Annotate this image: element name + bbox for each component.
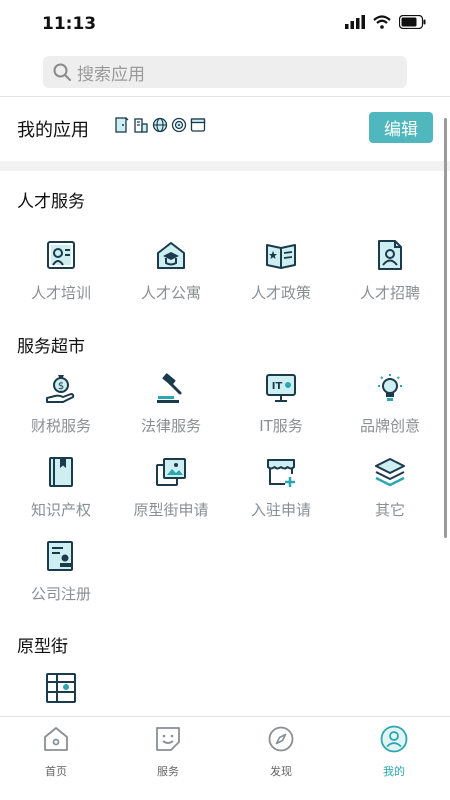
app-label: 原型街申请: [133, 501, 209, 519]
status-time: 11:13: [42, 14, 97, 34]
map-grid-icon: [46, 673, 76, 703]
app-label: 入驻申请: [250, 501, 311, 519]
compass-icon: [268, 726, 294, 752]
photo-stack-icon: [156, 458, 186, 486]
smile-icon: [156, 727, 180, 751]
app-legal-service[interactable]: 法律服务: [115, 372, 227, 448]
wifi-icon: [373, 15, 391, 29]
my-apps-title: 我的应用: [17, 120, 89, 141]
gavel-icon: [157, 373, 182, 403]
svg-text:$: $: [58, 381, 64, 392]
certificate-icon: [47, 241, 75, 269]
storefront-add-icon: [267, 459, 295, 487]
tab-label: 服务: [157, 765, 179, 778]
app-talent-training[interactable]: 人才培训: [5, 239, 117, 315]
window-icon[interactable]: [190, 117, 206, 133]
svg-text:IT: IT: [272, 381, 283, 392]
layers-icon: [375, 458, 405, 487]
app-intellectual-property[interactable]: 知识产权: [5, 456, 117, 532]
app-label: 人才公寓: [140, 284, 201, 302]
app-company-registration[interactable]: 公司注册: [5, 540, 117, 616]
tab-label: 我的: [383, 765, 405, 778]
app-label: 人才政策: [250, 284, 311, 302]
tab-bar: 首页 服务 发现 我的: [0, 716, 450, 800]
app-talent-recruit[interactable]: 人才招聘: [334, 239, 446, 315]
app-label: 知识产权: [30, 501, 91, 519]
it-monitor-icon: IT: [266, 374, 296, 402]
app-prototype-street-apply[interactable]: 原型街申请: [115, 456, 227, 532]
search-icon: [53, 63, 71, 81]
app-settle-apply[interactable]: 入驻申请: [225, 456, 337, 532]
profile-icon: [380, 725, 408, 753]
app-it-service[interactable]: IT IT服务: [225, 372, 337, 448]
open-book-icon: [266, 244, 296, 269]
edit-button[interactable]: 编辑: [369, 112, 433, 143]
app-talent-policy[interactable]: 人才政策: [225, 239, 337, 315]
search-input[interactable]: 搜索应用: [43, 56, 407, 88]
tab-home[interactable]: 首页: [11, 725, 101, 785]
globe-icon[interactable]: [152, 117, 168, 133]
section-separator: [0, 161, 450, 171]
app-label: 人才招聘: [359, 284, 420, 302]
building-icon[interactable]: [133, 117, 149, 133]
app-brand-creative[interactable]: 品牌创意: [334, 372, 446, 448]
search-placeholder: 搜索应用: [77, 64, 145, 85]
signal-icon: [345, 15, 365, 29]
app-label: 财税服务: [30, 417, 91, 435]
app-label: 其它: [374, 501, 405, 519]
tab-mine[interactable]: 我的: [349, 725, 439, 785]
app-label: 公司注册: [30, 585, 91, 603]
money-bag-hand-icon: $: [46, 375, 75, 403]
section-title-prototype-street: 原型街: [17, 637, 68, 657]
app-talent-apartment[interactable]: 人才公寓: [115, 239, 227, 315]
app-others[interactable]: 其它: [334, 456, 446, 532]
app-label: 品牌创意: [359, 417, 420, 435]
tab-service[interactable]: 服务: [123, 725, 213, 785]
status-bar: 11:13: [0, 0, 450, 48]
graduation-house-icon: [157, 242, 185, 269]
section-title-service-market: 服务超市: [17, 337, 85, 357]
my-apps-icon-strip: [114, 117, 206, 133]
resume-icon: [378, 240, 402, 270]
my-apps-bar: 我的应用 编辑: [0, 97, 450, 161]
book-icon: [49, 457, 73, 487]
tab-label: 发现: [270, 765, 292, 778]
door-icon[interactable]: [114, 117, 130, 133]
tab-label: 首页: [45, 765, 67, 778]
app-tax-service[interactable]: $ 财税服务: [5, 372, 117, 448]
section-title-talent: 人才服务: [17, 192, 85, 212]
app-label: 法律服务: [140, 417, 201, 435]
status-icons: [345, 15, 426, 29]
tab-discover[interactable]: 发现: [236, 725, 326, 785]
home-icon: [44, 727, 68, 751]
target-icon[interactable]: [171, 117, 187, 133]
app-prototype-street-map[interactable]: [5, 672, 117, 716]
app-label: 人才培训: [30, 284, 91, 302]
lightbulb-icon: [378, 374, 402, 401]
app-label: IT服务: [259, 417, 303, 435]
battery-icon: [399, 15, 426, 29]
registration-doc-icon: [47, 541, 73, 571]
